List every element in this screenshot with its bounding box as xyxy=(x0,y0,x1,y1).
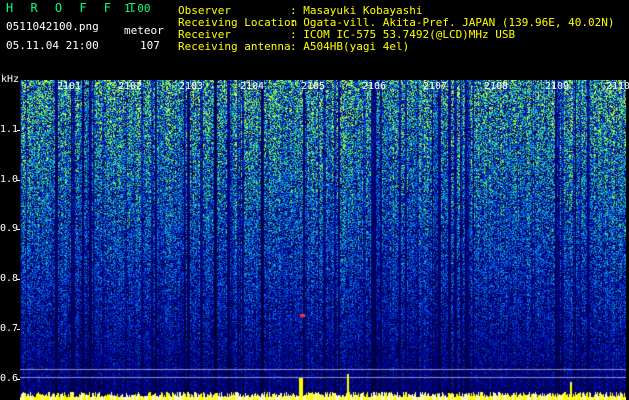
antenna-label: Receiving antenna xyxy=(178,40,291,53)
app-version: 1.00 xyxy=(124,2,151,15)
y-axis-unit: kHz xyxy=(1,74,20,85)
y-tick-label: 1.1 xyxy=(0,124,19,135)
x-tick-label: 2106 xyxy=(362,81,387,92)
antenna-value: : A504HB(yagi 4el) xyxy=(290,40,410,53)
meteor-count: 107 xyxy=(140,39,160,52)
y-tick-label: 0.9 xyxy=(0,223,19,234)
meteor-label: meteor xyxy=(124,24,164,37)
x-tick-label: 2109 xyxy=(545,81,570,92)
x-tick-label: 2102 xyxy=(118,81,143,92)
observation-datetime: 05.11.04 21:00 xyxy=(6,39,99,52)
y-tick-label: 0.8 xyxy=(0,273,19,284)
x-tick-label: 2107 xyxy=(423,81,448,92)
app-title: H R O F F T xyxy=(6,1,141,15)
header-left: H R O F F T 1.00 0511042100.png meteor 0… xyxy=(0,0,170,60)
header-info: Observer : Masayuki Kobayashi Receiving … xyxy=(178,0,628,60)
y-tick-label: 0.7 xyxy=(0,323,19,334)
x-tick-label: 2108 xyxy=(484,81,509,92)
y-tick-label: 0.6 xyxy=(0,373,19,384)
x-tick-label: 2103 xyxy=(179,81,204,92)
x-tick-label: 2105 xyxy=(301,81,326,92)
spectrogram-plot xyxy=(20,80,626,400)
x-tick-label: 2101 xyxy=(57,81,82,92)
image-filename: 0511042100.png xyxy=(6,20,99,33)
x-tick-label: 2104 xyxy=(240,81,265,92)
y-tick-label: 1.0 xyxy=(0,174,19,185)
spectrogram-canvas xyxy=(20,80,626,400)
x-tick-label: 2110 xyxy=(606,81,629,92)
